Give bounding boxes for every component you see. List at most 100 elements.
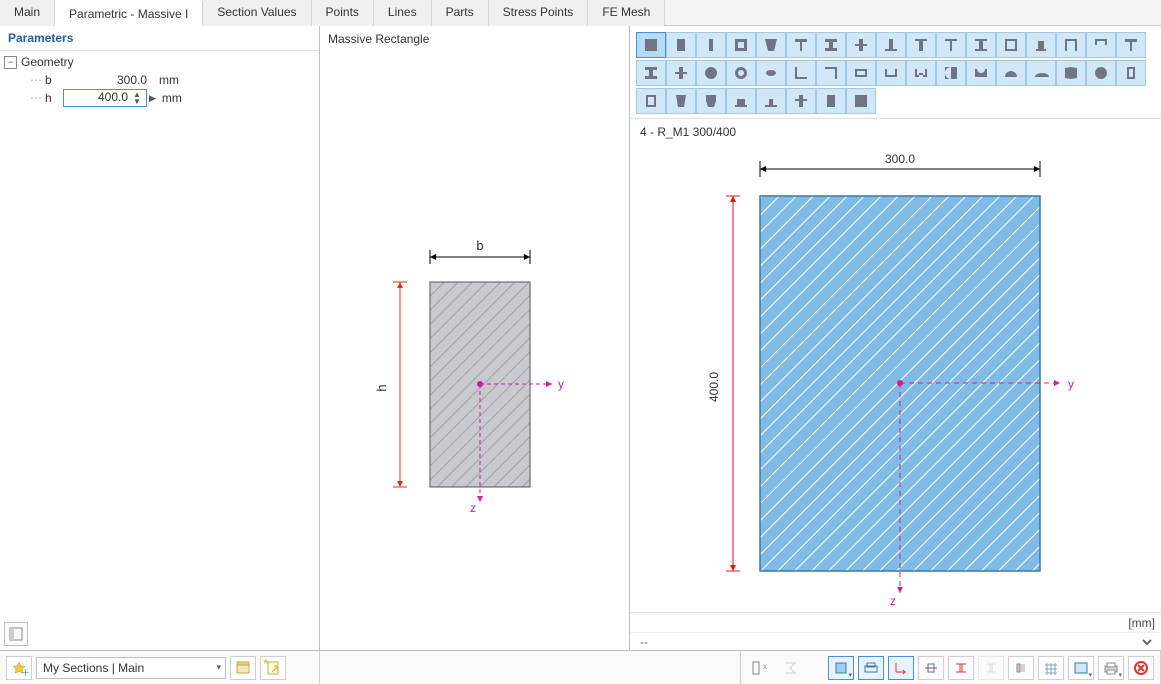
param-h-row[interactable]: ⋯ h 400.0 ▲ ▼ ▶ mm: [4, 89, 315, 107]
shape-glyph-icon: [882, 37, 900, 53]
shape-option-19[interactable]: [696, 60, 726, 86]
print-view-button[interactable]: [858, 656, 884, 680]
shape-option-17[interactable]: [636, 60, 666, 86]
shape-option-29[interactable]: [996, 60, 1026, 86]
shape-option-32[interactable]: [1086, 60, 1116, 86]
shape-glyph-icon: [702, 37, 720, 53]
shape-option-10[interactable]: [936, 32, 966, 58]
shape-glyph-icon: [672, 65, 690, 81]
section-title: 4 - R_M1 300/400: [630, 119, 1161, 141]
view-extents-button[interactable]: ▾: [828, 656, 854, 680]
shape-glyph-icon: [912, 37, 930, 53]
grid-icon: [1043, 661, 1059, 675]
show-principal-gray-button[interactable]: [978, 656, 1004, 680]
close-button[interactable]: [1128, 656, 1154, 680]
shape-glyph-icon: [852, 65, 870, 81]
shape-glyph-icon: [1062, 65, 1080, 81]
dimension-icon: [923, 661, 939, 675]
values-button[interactable]: x: [747, 656, 773, 680]
tab-main[interactable]: Main: [0, 0, 55, 26]
param-h-input[interactable]: 400.0 ▲ ▼: [63, 89, 147, 107]
shape-option-34[interactable]: [636, 88, 666, 114]
shape-glyph-icon: [822, 93, 840, 109]
sections-library-button[interactable]: [230, 656, 256, 680]
shape-option-25[interactable]: [876, 60, 906, 86]
shape-glyph-icon: [792, 65, 810, 81]
svg-text:h: h: [374, 384, 389, 391]
shape-option-6[interactable]: [816, 32, 846, 58]
shape-option-20[interactable]: [726, 60, 756, 86]
shape-glyph-icon: [912, 65, 930, 81]
tab-stress-points[interactable]: Stress Points: [489, 0, 589, 26]
shape-option-4[interactable]: [756, 32, 786, 58]
show-grid-button[interactable]: [1038, 656, 1064, 680]
show-fill-button[interactable]: ▾: [1068, 656, 1094, 680]
shape-option-33[interactable]: [1116, 60, 1146, 86]
shape-option-24[interactable]: [846, 60, 876, 86]
shape-option-18[interactable]: [666, 60, 696, 86]
shape-option-14[interactable]: [1056, 32, 1086, 58]
status-combo[interactable]: --: [636, 634, 1155, 650]
shape-option-2[interactable]: [696, 32, 726, 58]
shape-option-21[interactable]: [756, 60, 786, 86]
shape-option-15[interactable]: [1086, 32, 1116, 58]
shape-glyph-icon: [762, 65, 780, 81]
param-b-row[interactable]: ⋯ b 300.0 mm: [4, 71, 315, 89]
shape-option-36[interactable]: [696, 88, 726, 114]
shape-option-31[interactable]: [1056, 60, 1086, 86]
show-dimensions-button[interactable]: [918, 656, 944, 680]
new-section-button[interactable]: ★: [260, 656, 286, 680]
shape-glyph-icon: [792, 37, 810, 53]
shape-option-1[interactable]: [666, 32, 696, 58]
favorite-button[interactable]: ＋: [6, 656, 32, 680]
show-shear-button[interactable]: [1008, 656, 1034, 680]
collapse-icon[interactable]: −: [4, 56, 17, 69]
sections-combo[interactable]: My Sections | Main ▾: [36, 657, 226, 679]
shape-option-37[interactable]: [726, 88, 756, 114]
show-axes-button[interactable]: [888, 656, 914, 680]
result-svg: 300.0 400.0 y z: [630, 141, 1150, 611]
parameters-header: Parameters: [0, 26, 319, 51]
apply-arrow-icon[interactable]: ▶: [149, 93, 156, 104]
i-red-icon: [953, 661, 969, 675]
tab-fe-mesh[interactable]: FE Mesh: [588, 0, 665, 26]
shape-option-3[interactable]: [726, 32, 756, 58]
shape-option-22[interactable]: [786, 60, 816, 86]
param-b-value[interactable]: 300.0: [63, 73, 153, 87]
shape-option-35[interactable]: [666, 88, 696, 114]
tab-section-values[interactable]: Section Values: [203, 0, 311, 26]
shape-option-0[interactable]: [636, 32, 666, 58]
tab-points[interactable]: Points: [312, 0, 374, 26]
shape-option-7[interactable]: [846, 32, 876, 58]
shape-option-41[interactable]: [846, 88, 876, 114]
show-principal-button[interactable]: [948, 656, 974, 680]
shape-option-27[interactable]: [936, 60, 966, 86]
spin-down-icon[interactable]: ▼: [129, 98, 145, 105]
shape-glyph-icon: [702, 65, 720, 81]
shape-option-30[interactable]: [1026, 60, 1056, 86]
shape-option-28[interactable]: [966, 60, 996, 86]
shape-option-11[interactable]: [966, 32, 996, 58]
shape-option-12[interactable]: [996, 32, 1026, 58]
shape-option-5[interactable]: [786, 32, 816, 58]
tab-lines[interactable]: Lines: [374, 0, 432, 26]
print-button[interactable]: ▾: [1098, 656, 1124, 680]
dim-b: b: [430, 238, 530, 264]
tab-parametric[interactable]: Parametric - Massive I: [55, 0, 203, 26]
shape-option-38[interactable]: [756, 88, 786, 114]
shape-option-26[interactable]: [906, 60, 936, 86]
tree-branch-icon: ⋯: [30, 91, 42, 105]
tab-parts[interactable]: Parts: [432, 0, 489, 26]
svg-text:x: x: [763, 662, 767, 671]
shape-option-13[interactable]: [1026, 32, 1056, 58]
shape-option-39[interactable]: [786, 88, 816, 114]
info-button[interactable]: [777, 656, 803, 680]
toggle-outline-button[interactable]: [4, 622, 28, 646]
shape-option-23[interactable]: [816, 60, 846, 86]
geometry-group[interactable]: − Geometry: [4, 53, 315, 71]
shape-option-16[interactable]: [1116, 32, 1146, 58]
shape-option-40[interactable]: [816, 88, 846, 114]
shape-option-9[interactable]: [906, 32, 936, 58]
shape-option-8[interactable]: [876, 32, 906, 58]
chevron-down-icon: ▾: [1088, 671, 1092, 679]
